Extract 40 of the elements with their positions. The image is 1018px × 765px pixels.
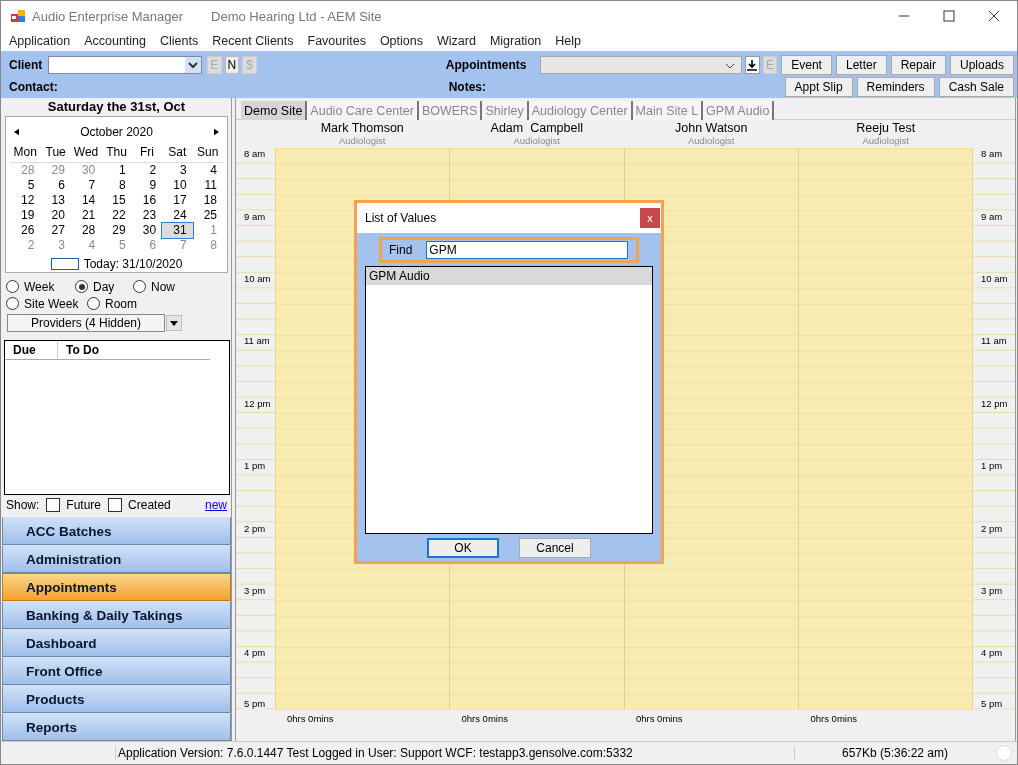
- hour-label: 4 pm: [981, 647, 1003, 660]
- month-title: October 2020: [80, 125, 153, 140]
- status-memory: 657Kb (5:36:22 am): [794, 746, 995, 761]
- window-title: Audio Enterprise Manager: [32, 8, 184, 24]
- weekday-label: Thu: [105, 145, 128, 162]
- hour-label: 10 am: [981, 273, 1008, 285]
- hour-label: 10 am: [244, 273, 271, 285]
- hour-label: 1 pm: [244, 460, 266, 473]
- provider-role: Audiologist: [339, 135, 386, 147]
- hour-label: 3 pm: [244, 585, 266, 597]
- weekday-label: Tue: [44, 145, 67, 162]
- weekday-label: Sat: [167, 145, 188, 162]
- contact-label: Contact:: [9, 79, 58, 94]
- show-label: Show:: [6, 498, 40, 513]
- provider-name: Mark Thomson: [320, 122, 404, 136]
- weekday-label: Sun: [196, 145, 220, 162]
- weekday-label: Wed: [72, 145, 100, 162]
- provider-role: Audiologist: [862, 135, 909, 147]
- provider-total: 0hrs 0mins: [636, 713, 683, 725]
- provider-name: John Watson: [675, 122, 748, 136]
- provider-total: 0hrs 0mins: [287, 713, 334, 725]
- weekday-label: Mon: [12, 145, 38, 162]
- provider-total: 0hrs 0mins: [810, 713, 857, 725]
- client-label: Client: [9, 57, 43, 72]
- window-subtitle: Demo Hearing Ltd - AEM Site: [211, 8, 382, 24]
- provider-name: Adam Campbell: [490, 122, 583, 136]
- status-text: Application Version: 7.6.0.1447 Test Logged in User: Support WCF: testapp3.gensolve.com:5332: [115, 746, 794, 761]
- appointments-label: Appointments: [445, 57, 527, 72]
- weekday-label: Fri: [138, 145, 155, 162]
- dialog-title: List of Values: [365, 211, 437, 225]
- hour-label: 3 pm: [981, 585, 1003, 597]
- provider-role: Audiologist: [688, 135, 735, 147]
- hour-label: 1 pm: [981, 460, 1003, 473]
- hour-label: 4 pm: [244, 647, 266, 660]
- find-label: Find: [389, 243, 413, 257]
- date-heading: Saturday the 31st, Oct: [46, 98, 187, 117]
- provider-role: Audiologist: [513, 135, 560, 147]
- provider-total: 0hrs 0mins: [461, 713, 508, 725]
- provider-name: Reeju Test: [856, 122, 916, 136]
- notes-label: Notes:: [448, 79, 486, 94]
